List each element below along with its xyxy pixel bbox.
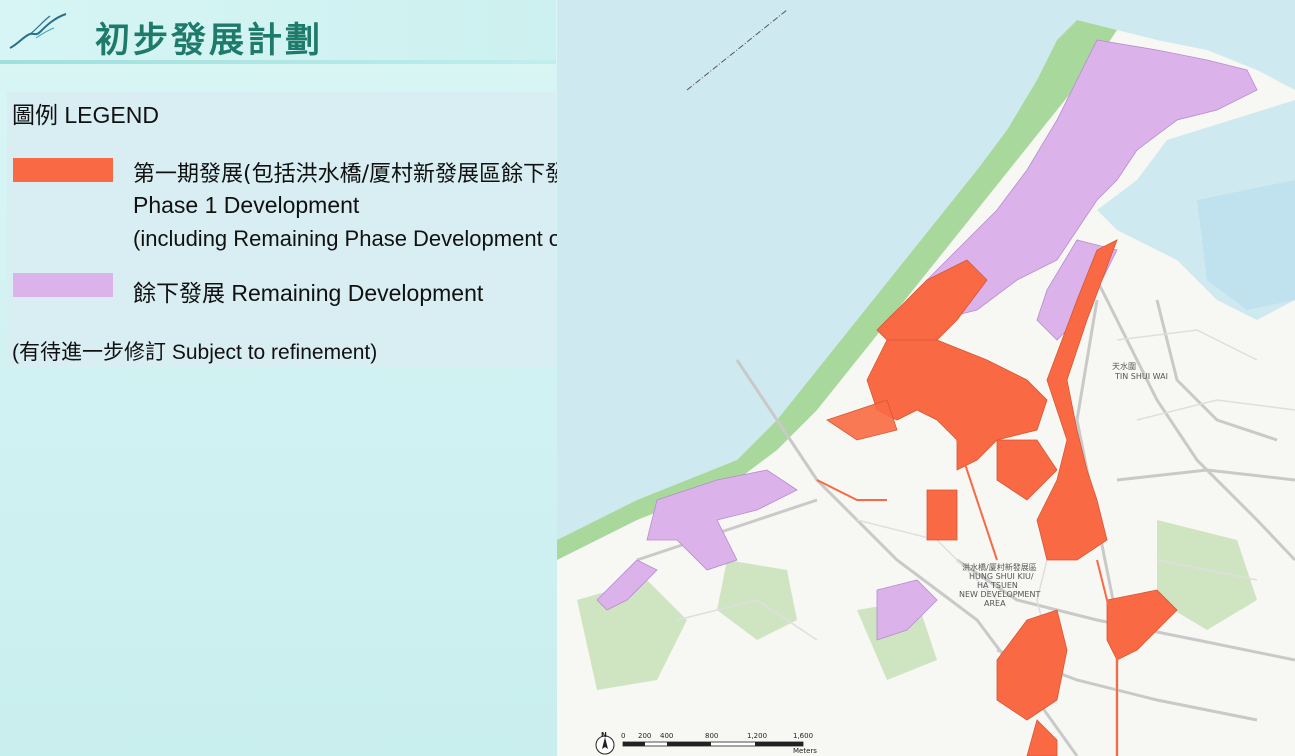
hsk-label-en-4: AREA [984, 599, 1006, 608]
hsk-label-en-3: NEW DEVELOPMENT [959, 590, 1041, 599]
hsk-label-en-2: HA TSUEN [977, 581, 1018, 590]
scale-tick-200: 200 [638, 732, 652, 740]
scale-tick-1200: 1,200 [747, 732, 768, 740]
green-patch-1 [577, 580, 687, 690]
scale-tick-0: 0 [621, 732, 626, 740]
scale-tick-400: 400 [660, 732, 674, 740]
scale-tick-1600: 1,600 [793, 732, 814, 740]
scale-bar [622, 741, 804, 747]
page-title: 初步發展計劃 [95, 21, 324, 61]
hsk-label-en-1: HUNG SHUI KIU/ [969, 572, 1034, 581]
scale-unit: Meters [793, 747, 817, 755]
bird-logo-icon [9, 13, 67, 49]
development-map: 天水圍 TIN SHUI WAI 洪水橋/厦村新發展區 HUNG SHUI KI… [557, 0, 1295, 756]
remaining-swatch [13, 273, 113, 297]
refinement-note: (有待進一步修訂 Subject to refinement) [12, 341, 378, 364]
phase1-label-en: Phase 1 Development [133, 192, 360, 218]
north-label: N [601, 731, 607, 739]
hsk-label-cn: 洪水橋/厦村新發展區 [962, 563, 1037, 572]
remaining-label: 餘下發展 Remaining Development [133, 280, 484, 306]
tin-shui-wai-label-cn: 天水圍 [1112, 362, 1136, 371]
scale-tick-800: 800 [705, 732, 719, 740]
phase1-swatch [13, 158, 113, 182]
phase1-label-cn: 第一期發展(包括洪水橋/厦村新發展區餘下發展) [133, 162, 598, 187]
legend-heading: 圖例 LEGEND [12, 102, 159, 128]
map-graphic [557, 0, 1295, 756]
tin-shui-wai-label-en: TIN SHUI WAI [1115, 372, 1168, 381]
